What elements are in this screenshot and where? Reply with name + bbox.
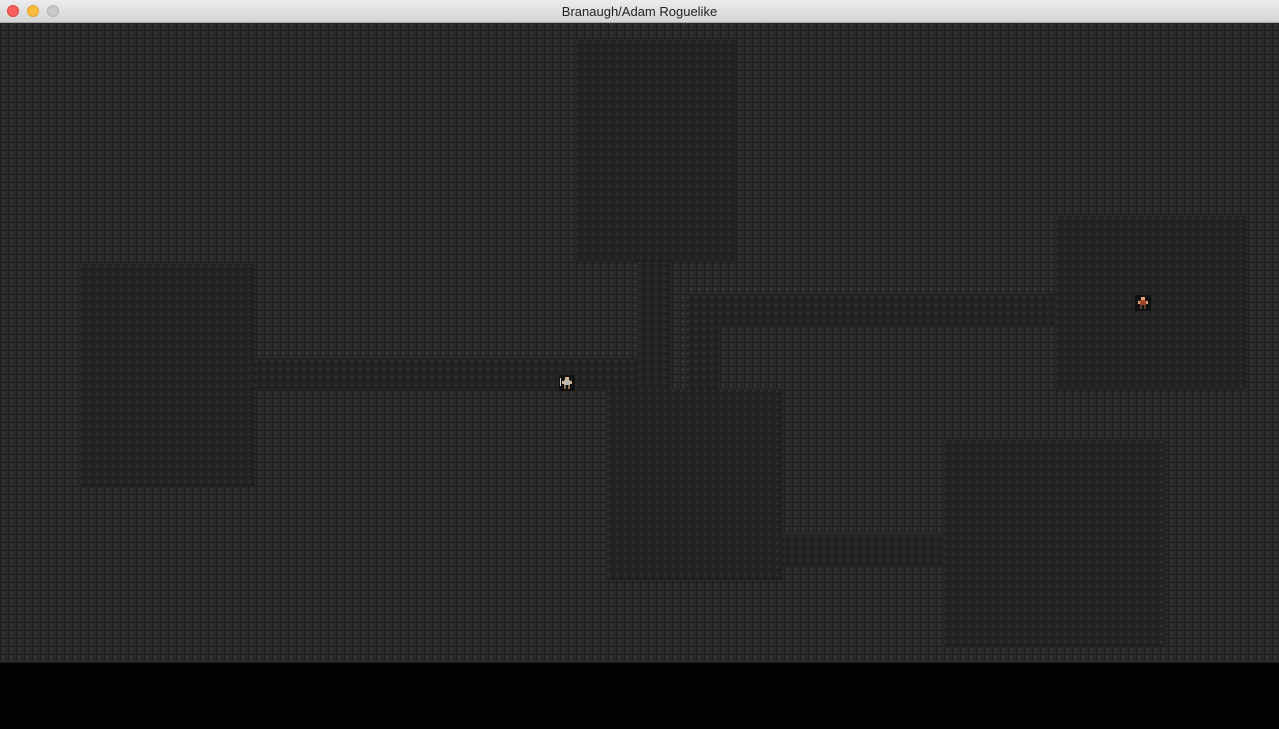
window-title: Branaugh/Adam Roguelike	[561, 4, 718, 19]
room-center	[607, 389, 782, 580]
room-left	[79, 264, 254, 486]
corridor-vertical-a	[638, 261, 670, 389]
player-sprite-icon[interactable]	[559, 375, 575, 391]
title-bar[interactable]: Branaugh/Adam Roguelike	[0, 0, 1279, 23]
corridor-left	[254, 359, 670, 389]
dungeon-map[interactable]	[0, 23, 1279, 663]
room-bottom-right	[943, 440, 1165, 646]
message-area	[0, 663, 1279, 729]
corridor-right	[686, 295, 1055, 327]
corridor-bottom	[782, 534, 943, 567]
room-top-center	[575, 40, 735, 261]
monster-sprite-icon[interactable]	[1135, 295, 1151, 311]
game-window: Branaugh/Adam Roguelike	[0, 0, 1279, 729]
